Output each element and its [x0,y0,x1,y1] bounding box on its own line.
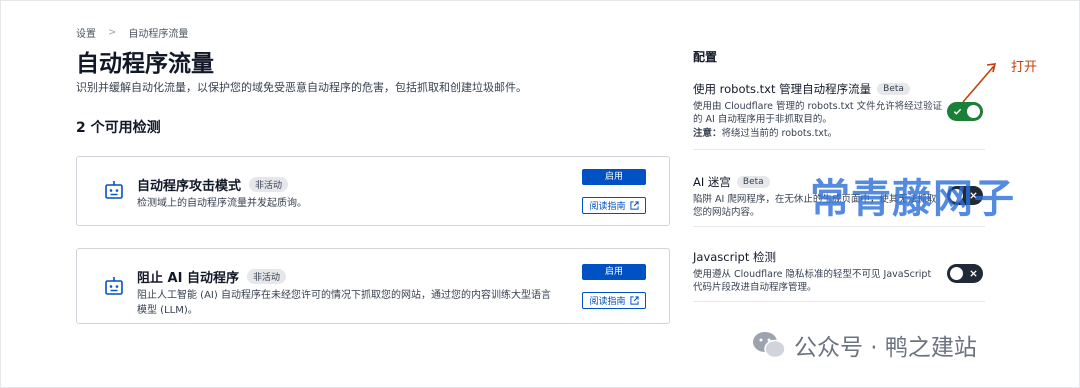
card-title-row: 自动程序攻击模式 非活动 [137,175,289,194]
robot-icon [105,181,123,199]
breadcrumb: 设置 > 自动程序流量 [76,25,188,40]
config-item-description: 使用遵从 Cloudflare 隐私标准的轻型不可见 JavaScript 代码… [693,269,932,293]
page-description: 识别并缓解自动化流量，以保护您的域免受恶意自动程序的危害，包括抓取和创建垃圾邮件… [76,81,527,94]
config-item-javascript-detection: Javascript 检测 使用遵从 Cloudflare 隐私标准的轻型不可见… [693,249,985,302]
card-description: 阻止人工智能 (AI) 自动程序在未经您许可的情况下抓取您的网站，通过您的内容训… [137,290,551,316]
annotation-label: 打开 [1011,60,1038,75]
external-link-icon [629,296,639,305]
toggle-knob [950,267,963,280]
breadcrumb-current: 自动程序流量 [128,29,189,40]
detection-card-block-ai-bots: 阻止 AI 自动程序 非活动 阻止人工智能 (AI) 自动程序在未经您许可的情况… [76,248,670,324]
card-title-row: 阻止 AI 自动程序 非活动 [137,267,286,286]
config-item-robots-txt: 使用 robots.txt 管理自动程序流量 Beta 使用由 Cloudfla… [693,81,985,150]
config-item-title: AI 迷宫 [693,175,731,189]
robots-txt-toggle[interactable] [947,102,983,121]
x-icon [967,267,980,280]
breadcrumb-separator: > [108,27,117,38]
note-text: 将绕过当前的 robots.txt。 [721,128,838,139]
config-item-title-row: Javascript 检测 [693,249,985,265]
detections-heading: 2 个可用检测 [76,120,161,136]
robot-icon [105,277,123,295]
note-label: 注意： [693,128,722,139]
read-guide-label: 阅读指南 [589,202,626,212]
config-item-description: 使用由 Cloudflare 管理的 robots.txt 文件允许将经过验证的… [693,101,943,125]
detection-card-bot-fight-mode: 自动程序攻击模式 非活动 检测域上的自动程序流量并发起质询。 启用 阅读指南 [76,156,670,226]
enable-button[interactable]: 启用 [582,169,646,185]
config-item-title: 使用 robots.txt 管理自动程序流量 [693,82,872,96]
config-heading: 配置 [693,50,718,64]
beta-badge: Beta [877,83,910,95]
read-guide-button[interactable]: 阅读指南 [582,197,646,214]
beta-badge: Beta [736,176,770,188]
page-title: 自动程序流量 [76,51,214,77]
config-item-title: Javascript 检测 [693,250,776,264]
wechat-icon [753,332,786,359]
status-badge: 非活动 [246,269,286,284]
annotation-arrow-icon [962,63,997,103]
check-icon [951,105,964,118]
external-link-icon [629,201,639,210]
javascript-detection-toggle[interactable] [947,264,983,283]
watermark-text: 常青藤网子 [810,176,1015,222]
watermark-label: 公众号 · 鸭之建站 [794,335,977,361]
card-title: 自动程序攻击模式 [137,179,242,194]
read-guide-label: 阅读指南 [589,297,626,307]
card-description: 检测域上的自动程序流量并发起质询。 [137,198,307,209]
status-badge: 非活动 [249,177,289,192]
breadcrumb-settings-link[interactable]: 设置 [76,25,96,40]
toggle-knob [967,105,980,118]
config-item-title-row: 使用 robots.txt 管理自动程序流量 Beta [693,81,985,97]
wechat-watermark: 公众号 · 鸭之建站 [752,328,977,362]
card-title: 阻止 AI 自动程序 [137,271,239,286]
enable-button[interactable]: 启用 [582,264,646,280]
read-guide-button[interactable]: 阅读指南 [582,292,646,309]
config-item-note: 注意：将绕过当前的 robots.txt。 [693,127,985,140]
